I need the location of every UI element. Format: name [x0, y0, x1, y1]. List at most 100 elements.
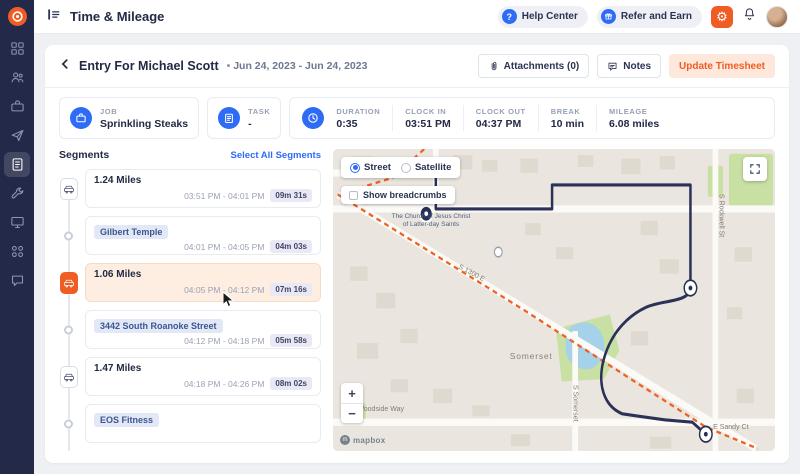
- entry-header: Entry For Michael Scott Jun 24, 2023 - J…: [45, 45, 789, 88]
- car-icon: [60, 365, 78, 388]
- segment-card-drive[interactable]: 1.24 Miles 03:51 PM - 04:01 PM 09m 31s: [85, 169, 321, 208]
- sidebar-item-apps[interactable]: [4, 239, 30, 264]
- user-avatar[interactable]: [766, 5, 788, 28]
- job-card: JOB Sprinkling Steaks: [59, 97, 200, 139]
- sidebar-collapse-icon[interactable]: [46, 7, 61, 27]
- segment-card-drive-highlighted[interactable]: 1.06 Miles 04:05 PM - 04:12 PM 07m 16s: [85, 263, 321, 302]
- stop-dot-icon: [64, 325, 73, 334]
- radio-selected-icon: [350, 162, 360, 173]
- stop-marker-south: [698, 425, 713, 443]
- back-button[interactable]: [59, 57, 71, 75]
- show-breadcrumbs-checkbox[interactable]: Show breadcrumbs: [341, 186, 455, 204]
- duration-badge: 09m 31s: [270, 189, 312, 202]
- segment-row-1: 1.24 Miles 03:51 PM - 04:01 PM 09m 31s: [60, 169, 321, 208]
- app-logo[interactable]: [7, 7, 27, 26]
- stat-break: BREAK 10 min: [550, 106, 584, 130]
- fullscreen-button[interactable]: [743, 157, 767, 181]
- sidebar-item-support[interactable]: [4, 268, 30, 293]
- update-timesheet-button[interactable]: Update Timesheet: [669, 54, 775, 78]
- stats-card: DURATION 0:35 CLOCK IN 03:51 PM CLOCK OUT 0…: [289, 97, 775, 139]
- task-card: TASK -: [207, 97, 282, 139]
- sidebar-item-team[interactable]: [4, 65, 30, 90]
- notes-button[interactable]: Notes: [597, 54, 662, 78]
- sidebar-rail: [0, 0, 34, 474]
- sidebar-item-tools[interactable]: [4, 181, 30, 206]
- segment-card-stop[interactable]: Gilbert Temple 04:01 PM - 04:05 PM 04m 03…: [85, 216, 321, 255]
- sidebar-item-timesheets[interactable]: [4, 152, 30, 177]
- dashboard-icon: [10, 42, 24, 55]
- zoom-out-button[interactable]: −: [341, 403, 363, 423]
- settings-button[interactable]: ⚙: [711, 5, 733, 28]
- sidebar-item-dashboard[interactable]: [4, 36, 30, 61]
- segment-card-stop[interactable]: EOS Fitness: [85, 404, 321, 443]
- clock-icon: [302, 107, 325, 129]
- zoom-in-button[interactable]: +: [341, 383, 363, 403]
- segment-card-drive[interactable]: 1.47 Miles 04:18 PM - 04:26 PM 08m 02s: [85, 357, 321, 396]
- stat-duration: DURATION 0:35: [336, 106, 381, 130]
- map-panel: The Church of Jesus Christ of Latter-day…: [333, 149, 775, 451]
- notes-label: Notes: [623, 60, 652, 72]
- stat-clock-in: CLOCK IN 03:51 PM: [405, 106, 451, 130]
- help-center-button[interactable]: ? Help Center: [497, 5, 588, 28]
- topbar: Time & Mileage ? Help Center Refer and E…: [34, 0, 800, 34]
- stop-marker-east: [683, 279, 698, 297]
- zoom-controls: + −: [341, 383, 363, 423]
- attachments-label: Attachments (0): [503, 60, 580, 72]
- segment-card-stop[interactable]: 3442 South Roanoke Street 04:12 PM - 04:…: [85, 310, 321, 349]
- briefcase-icon: [10, 100, 24, 112]
- duration-badge: 08m 02s: [270, 377, 312, 390]
- mapbox-icon: m: [340, 435, 350, 445]
- segments-list: 1.24 Miles 03:51 PM - 04:01 PM 09m 31s Gi…: [59, 169, 321, 451]
- segment-row-6-clipped: EOS Fitness: [64, 404, 321, 443]
- timesheet-icon: [12, 158, 22, 171]
- checkbox-icon: [349, 190, 358, 200]
- task-clipboard-icon: [218, 107, 241, 129]
- monitor-icon: [10, 216, 24, 229]
- duration-badge: 04m 03s: [270, 240, 312, 253]
- stop-dot-icon: [64, 419, 73, 428]
- entry-date-range: Jun 24, 2023 - Jun 24, 2023: [227, 60, 367, 72]
- street-radio[interactable]: Street: [350, 162, 391, 173]
- timesheet-entry-card: Entry For Michael Scott Jun 24, 2023 - J…: [45, 45, 789, 463]
- summary-strip: JOB Sprinkling Steaks TASK - DURATION 0:3…: [45, 88, 789, 139]
- paperclip-icon: [491, 61, 497, 70]
- gift-icon: [600, 9, 616, 24]
- duration-badge: 05m 58s: [270, 334, 312, 347]
- help-center-label: Help Center: [521, 11, 578, 22]
- radio-icon: [400, 162, 411, 173]
- entry-title: Entry For Michael Scott: [79, 59, 219, 73]
- select-all-segments-link[interactable]: Select All Segments: [231, 150, 321, 161]
- waypoint-dot: [493, 246, 503, 258]
- segment-row-4: 3442 South Roanoke Street 04:12 PM - 04:…: [64, 310, 321, 349]
- page-title: Time & Mileage: [70, 9, 165, 24]
- sidebar-item-jobs[interactable]: [4, 94, 30, 119]
- segments-panel: Segments Select All Segments 1.24 Miles …: [59, 149, 321, 451]
- stat-clock-out: CLOCK OUT 04:37 PM: [475, 106, 526, 130]
- satellite-radio[interactable]: Satellite: [400, 162, 451, 173]
- team-icon: [11, 72, 23, 83]
- help-icon: ?: [501, 9, 517, 24]
- job-label: JOB: [100, 106, 118, 116]
- attachments-button[interactable]: Attachments (0): [477, 54, 590, 78]
- stat-mileage: MILEAGE 6.08 miles: [609, 106, 660, 130]
- sidebar-item-devices[interactable]: [4, 210, 30, 235]
- gear-icon: ⚙: [716, 8, 728, 24]
- chat-icon: [11, 275, 23, 287]
- update-timesheet-label: Update Timesheet: [679, 60, 765, 72]
- stop-marker-church: [419, 205, 434, 223]
- content-area: Entry For Michael Scott Jun 24, 2023 - J…: [34, 34, 800, 474]
- segments-heading: Segments: [59, 149, 110, 161]
- sidebar-item-dispatch[interactable]: [4, 123, 30, 148]
- segment-row-3-selected: 1.06 Miles 04:05 PM - 04:12 PM 07m 16s: [60, 263, 321, 308]
- notifications-button[interactable]: [742, 7, 757, 27]
- mapbox-logo: m mapbox: [340, 435, 385, 445]
- location-chip: EOS Fitness: [94, 413, 160, 427]
- car-icon: [60, 177, 78, 200]
- job-value: Sprinkling Steaks: [100, 117, 189, 130]
- task-label: TASK: [248, 106, 271, 116]
- job-briefcase-icon: [70, 107, 92, 129]
- map-layer-toggle: Street Satellite: [341, 157, 461, 178]
- refer-earn-button[interactable]: Refer and Earn: [596, 5, 702, 28]
- fullscreen-icon: [750, 164, 760, 174]
- notes-icon: [608, 62, 617, 70]
